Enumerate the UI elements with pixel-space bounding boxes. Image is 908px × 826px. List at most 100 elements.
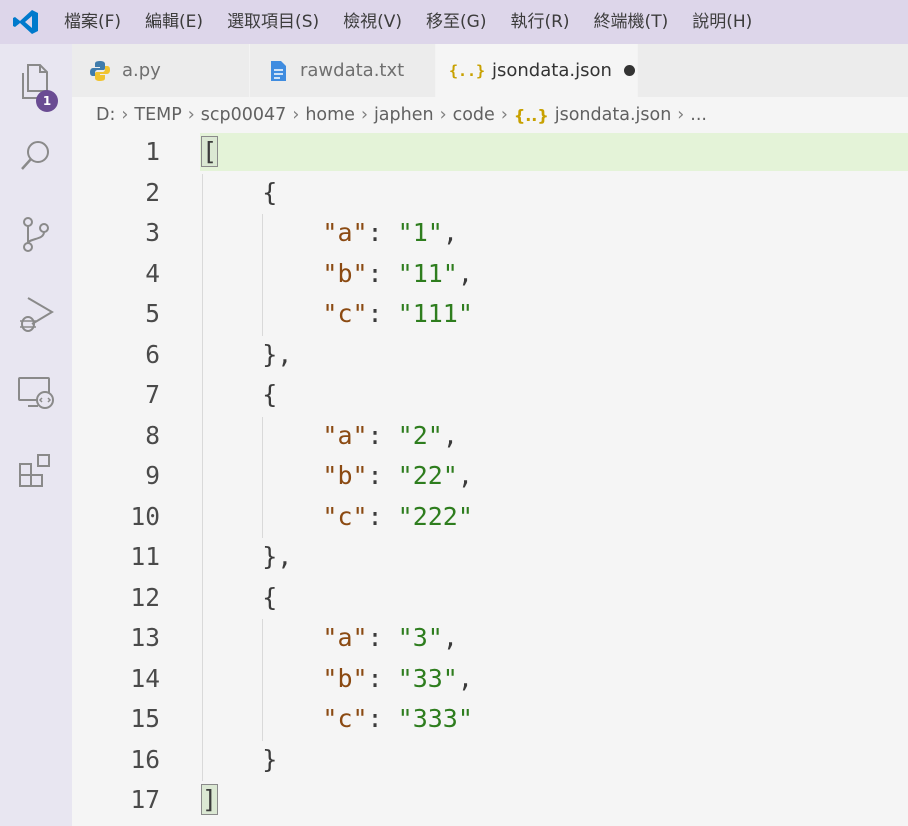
tab-label: rawdata.txt [300,60,405,81]
code-line[interactable]: 2{ [72,174,908,215]
line-number: 7 [145,380,160,409]
line-number: 16 [130,744,160,774]
menu-terminal[interactable]: 終端機(T) [582,0,681,44]
code-line[interactable]: 1[ [72,133,908,174]
line-number: 15 [130,704,160,733]
activity-bar: 1 [0,44,72,826]
tab-rawdata-txt[interactable]: rawdata.txt [250,44,436,97]
code-text: [ [200,133,219,171]
breadcrumb: D: › TEMP › scp00047 › home › japhen › c… [72,97,908,133]
code-editor[interactable]: 1[2{3 "a": "1", 4 "b": "11", 5 "c": "111" 6}, 7… [72,133,908,826]
breadcrumb-item[interactable]: scp00047 [201,105,287,125]
json-icon: {..} [513,105,549,125]
chevron-right-icon: › [677,105,685,125]
menu-file[interactable]: 檔案(F) [52,0,133,44]
explorer-badge: 1 [36,90,58,112]
code-line[interactable]: 13 "a": "3", [72,619,908,660]
code-text: { [262,579,277,617]
code-text: ] [200,781,219,819]
colon: : [367,663,398,693]
code-line[interactable]: 7{ [72,376,908,417]
code-text: "c": "111" [322,295,473,333]
tab-jsondata-json[interactable]: {..} jsondata.json [436,44,638,97]
json-string-value: "11" [397,258,458,288]
json-key: "a" [322,623,368,652]
comma: , [457,461,473,490]
open-brace: { [262,380,278,409]
code-line[interactable]: 4 "b": "11", [72,255,908,296]
code-text: }, [262,538,292,576]
code-line[interactable]: 14 "b": "33", [72,660,908,701]
code-line[interactable]: 5 "c": "111" [72,295,908,336]
extensions-button[interactable] [0,440,72,500]
code-line[interactable]: 10 "c": "222" [72,498,908,539]
colon: : [367,623,398,652]
colon: : [367,299,398,328]
open-bracket: [ [200,136,219,167]
code-text: }, [262,336,292,374]
code-line[interactable]: 15 "c": "333" [72,700,908,741]
menu-edit[interactable]: 編輯(E) [133,0,215,44]
line-number: 17 [130,785,160,814]
menu-go[interactable]: 移至(G) [414,0,498,44]
code-line[interactable]: 12 { [72,579,908,620]
colon: : [367,704,398,733]
code-text: "b": "33", [322,660,473,698]
line-number: 1 [145,137,160,166]
close-bracket: ] [200,784,219,815]
code-line[interactable]: 17] [72,781,908,822]
line-number: 3 [145,218,160,247]
explorer-button[interactable]: 1 [0,52,72,112]
remote-explorer-button[interactable] [0,362,72,422]
chevron-right-icon: › [360,105,368,125]
tab-a-py[interactable]: a.py [72,44,250,97]
comma: , [442,218,458,247]
json-string-value: "333" [397,704,473,733]
code-text: "b": "11", [322,255,473,293]
search-button[interactable] [0,126,72,186]
menu-run[interactable]: 執行(R) [498,0,581,44]
code-line[interactable]: 3 "a": "1", [72,214,908,255]
code-text: "a": "1", [322,214,457,252]
colon: : [367,501,398,531]
close-brace: }, [262,339,293,369]
breadcrumb-item[interactable]: TEMP [134,105,181,125]
extensions-icon [19,454,50,487]
title-bar: 檔案(F) 編輯(E) 選取項目(S) 檢視(V) 移至(G) 執行(R) 終端… [0,0,908,44]
breadcrumb-item[interactable]: code [453,105,495,125]
breadcrumb-item[interactable]: jsondata.json [555,105,672,125]
chevron-right-icon: › [187,105,195,125]
json-key: "b" [322,461,368,490]
line-number: 11 [130,542,160,571]
colon: : [367,218,398,247]
breadcrumb-item[interactable]: ... [690,105,707,125]
run-debug-icon [20,297,54,332]
code-line[interactable]: 8 "a": "2", [72,417,908,458]
menu-view[interactable]: 檢視(V) [331,0,414,44]
code-text: "c": "333" [322,700,473,738]
json-string-value: "3" [397,623,443,652]
remote-explorer-icon [18,377,54,409]
code-text: { [262,174,277,212]
menu-selection[interactable]: 選取項目(S) [215,0,331,44]
json-key: "c" [322,299,368,328]
json-key: "a" [322,420,368,450]
unsaved-dot-icon[interactable] [623,65,635,76]
code-text: { [262,376,277,414]
code-line[interactable]: 16} [72,741,908,782]
run-debug-button[interactable] [0,284,72,344]
breadcrumb-item[interactable]: home [305,105,355,125]
json-string-value: "1" [397,218,443,247]
source-control-button[interactable] [0,204,72,264]
json-key: "a" [322,218,368,247]
menu-help[interactable]: 說明(H) [680,0,764,44]
colon: : [367,420,398,450]
breadcrumb-item[interactable]: japhen [374,105,434,125]
code-line[interactable]: 11}, [72,538,908,579]
breadcrumb-item[interactable]: D: [96,105,115,125]
code-line[interactable]: 9 "b": "22", [72,457,908,498]
vscode-logo-icon [0,0,52,44]
code-line[interactable]: 6}, [72,336,908,377]
colon: : [367,461,398,490]
text-file-icon [266,59,290,83]
